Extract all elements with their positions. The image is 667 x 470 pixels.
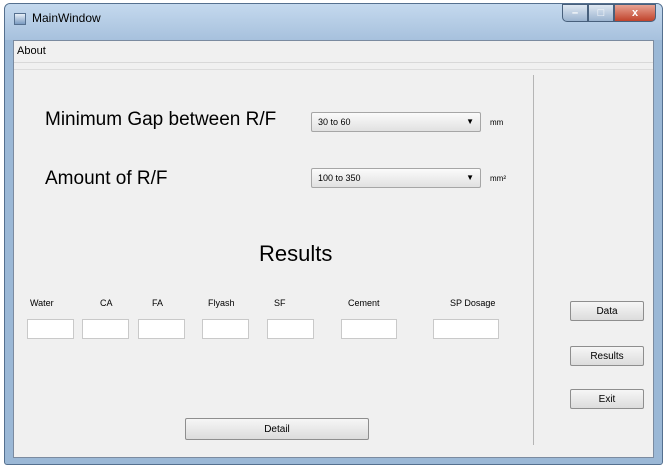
main-window: MainWindow – □ x About Minimum Gap betwe…	[4, 3, 663, 465]
title-bar[interactable]: MainWindow – □ x	[5, 4, 662, 40]
minimize-button[interactable]: –	[562, 4, 588, 22]
flyash-label: Flyash	[208, 298, 235, 308]
menu-about[interactable]: About	[17, 45, 46, 57]
flyash-field[interactable]	[202, 319, 249, 339]
results-heading: Results	[259, 241, 333, 266]
amount-dropdown[interactable]: 100 to 350 ▼	[311, 168, 481, 188]
fa-label: FA	[152, 298, 164, 308]
client-area: About Minimum Gap between R/F 30 to 60 ▼…	[13, 40, 654, 458]
maximize-icon: □	[597, 7, 605, 19]
chevron-down-icon: ▼	[466, 173, 474, 182]
sf-label: SF	[274, 298, 286, 308]
amount-unit: mm²	[490, 174, 506, 183]
amount-dropdown-value: 100 to 350	[318, 173, 361, 183]
ca-label: CA	[100, 298, 113, 308]
gap-dropdown-value: 30 to 60	[318, 117, 351, 127]
gap-label: Minimum Gap between R/F	[45, 109, 277, 130]
gap-dropdown[interactable]: 30 to 60 ▼	[311, 112, 481, 132]
close-button[interactable]: x	[614, 4, 656, 22]
cement-label: Cement	[348, 298, 380, 308]
vertical-divider	[533, 75, 534, 445]
exit-button[interactable]: Exit	[570, 389, 644, 409]
water-label: Water	[30, 298, 54, 308]
gap-unit: mm	[490, 118, 504, 127]
detail-button-label: Detail	[264, 423, 290, 435]
menu-bar: About	[14, 41, 653, 63]
maximize-button[interactable]: □	[588, 4, 614, 22]
fa-field[interactable]	[138, 319, 185, 339]
toolbar-separator	[14, 69, 653, 70]
chevron-down-icon: ▼	[466, 117, 474, 126]
results-button-label: Results	[590, 350, 624, 362]
ca-field[interactable]	[82, 319, 129, 339]
app-icon	[14, 13, 26, 25]
sp-dosage-label: SP Dosage	[450, 298, 496, 308]
close-icon: x	[631, 7, 639, 19]
window-controls: – □ x	[562, 4, 656, 22]
minimize-icon: –	[571, 7, 579, 19]
detail-button[interactable]: Detail	[185, 418, 369, 440]
window-title: MainWindow	[32, 11, 101, 25]
sp-dosage-field[interactable]	[433, 319, 499, 339]
amount-label: Amount of R/F	[45, 168, 168, 189]
sf-field[interactable]	[267, 319, 314, 339]
water-field[interactable]	[27, 319, 74, 339]
cement-field[interactable]	[341, 319, 397, 339]
results-button[interactable]: Results	[570, 346, 644, 366]
data-button[interactable]: Data	[570, 301, 644, 321]
data-button-label: Data	[596, 305, 618, 317]
exit-button-label: Exit	[598, 393, 616, 405]
